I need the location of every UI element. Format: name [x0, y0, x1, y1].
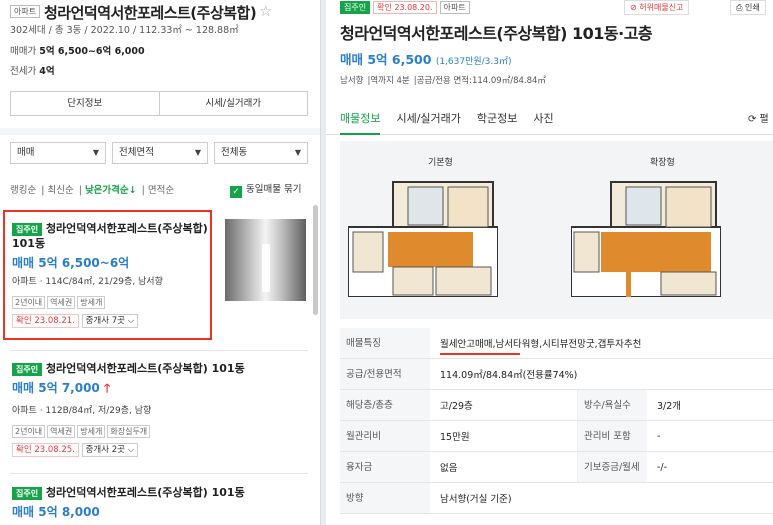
- item-divider: [10, 350, 308, 351]
- owner-badge: 집주인: [12, 486, 43, 500]
- tab-school-info[interactable]: 학군정보: [477, 102, 517, 134]
- list-item-price: 매매 5억 7,000 🡑: [12, 381, 111, 395]
- table-row: 월관리비 15만원 관리비 포함 -: [340, 421, 773, 452]
- tab-price-history[interactable]: 시세/실거래가: [396, 102, 460, 134]
- feature-chips: 2년이내 역세권 방세개 화장실두개: [12, 419, 320, 438]
- list-item-price: 매매 5억 8,000: [12, 505, 100, 519]
- confirm-tag: 확인 23.08.20.: [373, 1, 437, 14]
- detail-tags: 집주인 확인 23.08.20. 아파트: [340, 1, 473, 14]
- floorplan-basic-image[interactable]: [348, 172, 498, 297]
- same-listing-checkbox[interactable]: ✓ 동일매물 묶기: [230, 181, 301, 198]
- highlight-underline: [440, 353, 520, 355]
- area-select[interactable]: 전체면적 ▼: [112, 142, 208, 164]
- price-history-button[interactable]: 시세/실거래가: [158, 92, 308, 115]
- scrollbar[interactable]: [313, 205, 318, 315]
- type-tag: 아파트: [439, 1, 470, 14]
- complex-buttons: 단지정보 시세/실거래가: [10, 91, 308, 116]
- detail-title: 청라언덕역서한포레스트(주상복합) 101동·고층: [340, 24, 653, 43]
- print-button[interactable]: ⎙ 인쇄: [730, 0, 766, 15]
- tab-photos[interactable]: 사진: [533, 102, 553, 134]
- table-row: 융자금 없음 기보증금/월세 -/-: [340, 452, 773, 483]
- detail-price: 매매 5억 6,500 (1,637만원/3.3㎡): [340, 52, 512, 67]
- list-item-title: 집주인 청라언덕역서한포레스트(주상복합) 101동: [12, 361, 320, 376]
- detail-tabs: 매물정보 시세/실거래가 학군정보 사진: [326, 102, 773, 135]
- sort-options: 랭킹순 | 최신순 | 낮은가격순↓ | 면적순: [10, 185, 175, 196]
- plan-basic-label: 기본형: [428, 158, 453, 168]
- section-divider: [0, 128, 320, 135]
- confirm-date: 확인 23.08.25.: [12, 443, 79, 457]
- refresh-icon[interactable]: ⟳ 펼: [748, 110, 769, 125]
- table-row: 방향 남서향(거실 기준): [340, 483, 773, 514]
- listing-panel: 아파트 청라언덕역서한포레스트(주상복합) ☆ 302세대 / 총 3동 / 2…: [0, 0, 320, 525]
- checkmark-icon: ✓: [230, 186, 242, 198]
- tab-listing-info[interactable]: 매물정보: [340, 102, 381, 135]
- sort-lowest-price[interactable]: 낮은가격순↓: [85, 185, 137, 196]
- owner-badge: 집주인: [340, 1, 371, 14]
- plan-extended-label: 확장형: [650, 158, 675, 168]
- complex-info-button[interactable]: 단지정보: [11, 92, 159, 115]
- listing-detail-table: 매물특징 월세안고매매,남서타워형,시티뷰전망굿,갭투자추천 공급/전용면적 1…: [340, 328, 773, 514]
- list-item[interactable]: 집주인 청라언덕역서한포레스트(주상복합) 101동 매매 5억 8,000: [12, 485, 320, 520]
- price-up-icon: 🡑: [103, 381, 111, 395]
- detail-info: 남서향 |역까지 4분 |공급/전용 면적:114.09㎡/84.84㎡: [340, 76, 546, 86]
- item-divider: [10, 473, 308, 474]
- floorplan-extended-image[interactable]: [571, 172, 721, 297]
- report-fake-listing-button[interactable]: ⊘ 허위매물신고: [624, 0, 690, 15]
- chevron-down-icon: ▼: [92, 148, 99, 157]
- table-row: 해당층/총층 고/29층 방수/욕실수 3/2개: [340, 390, 773, 421]
- dong-select[interactable]: 전체동 ▼: [214, 142, 308, 164]
- detail-panel: 집주인 확인 23.08.20. 아파트 ⊘ 허위매물신고 ⎙ 인쇄 청라언덕역서한…: [326, 0, 773, 525]
- list-item-title: 집주인 청라언덕역서한포레스트(주상복합) 101동: [12, 485, 320, 500]
- agents-dropdown[interactable]: 중개사 2곳 ⌵: [81, 443, 139, 457]
- chevron-down-icon: ▼: [194, 148, 201, 157]
- sort-latest[interactable]: 최신순: [47, 185, 73, 196]
- table-row: 매물특징 월세안고매매,남서타워형,시티뷰전망굿,갭투자추천: [340, 328, 773, 359]
- trade-type-select[interactable]: 매매 ▼: [10, 142, 106, 164]
- sale-price-range: 매매가 5억 6,500~6억 6,000: [10, 46, 145, 57]
- selected-highlight-box: [3, 210, 212, 340]
- list-item-footer: 확인 23.08.25. 중개사 2곳 ⌵: [12, 443, 320, 457]
- jeonse-price: 전세가 4억: [10, 66, 55, 77]
- complex-title: 청라언덕역서한포레스트(주상복합): [44, 4, 257, 22]
- owner-badge: 집주인: [12, 362, 43, 376]
- complex-summary: 302세대 / 총 3동 / 2022.10 / 112.33㎡ ~ 128.8…: [10, 25, 239, 36]
- listing-photo[interactable]: [225, 219, 306, 301]
- list-item[interactable]: 집주인 청라언덕역서한포레스트(주상복합) 101동 매매 5억 7,000 🡑…: [12, 361, 320, 457]
- favorite-star-icon[interactable]: ☆: [259, 2, 272, 20]
- sort-area[interactable]: 면적순: [148, 185, 174, 196]
- list-item-desc: 아파트 · 112B/84㎡, 저/29층, 남향: [12, 406, 152, 416]
- listing-features: 월세안고매매,남서타워형,시티뷰전망굿,갭투자추천: [440, 339, 642, 350]
- table-row: 공급/전용면적 114.09㎡/84.84㎡(전용률74%): [340, 359, 773, 390]
- chevron-down-icon: ▼: [294, 148, 301, 157]
- property-type-tag: 아파트: [10, 5, 41, 18]
- sort-ranking[interactable]: 랭킹순: [10, 185, 36, 196]
